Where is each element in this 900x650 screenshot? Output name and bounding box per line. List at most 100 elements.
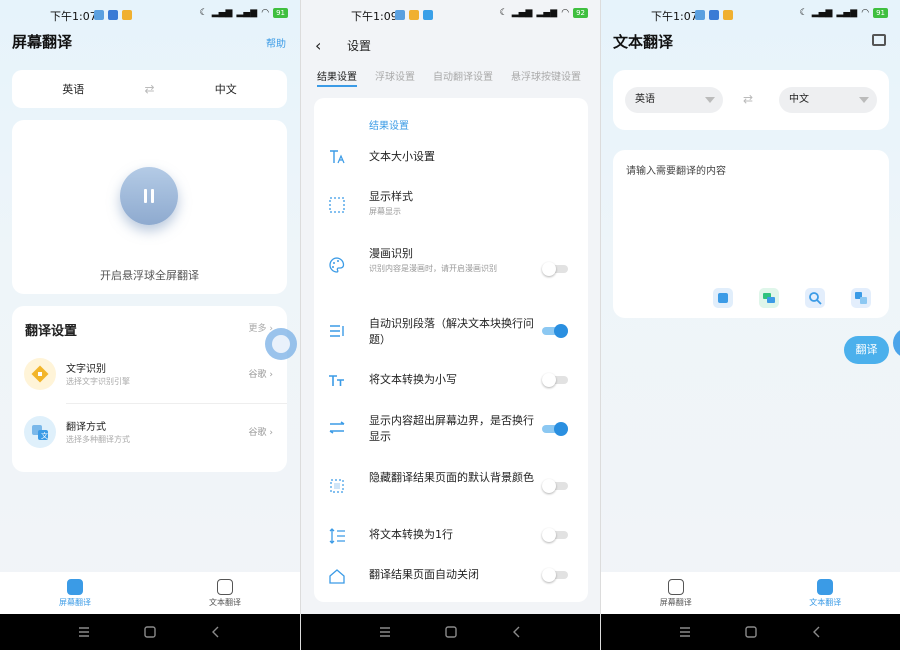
- target-language-dropdown[interactable]: 中文: [779, 87, 877, 113]
- help-link[interactable]: 帮助: [266, 35, 286, 50]
- option-subtitle: 屏幕显示: [369, 207, 401, 216]
- tab-screen-translate[interactable]: 屏幕翻译: [601, 572, 751, 614]
- tab-float-button-settings[interactable]: 悬浮球按键设置: [511, 68, 581, 87]
- row-title: 文字识别: [66, 364, 106, 375]
- chat-translate-icon[interactable]: [759, 288, 779, 308]
- app-notification-icon: [695, 10, 705, 20]
- language-selector: 英语 ⇄ 中文: [613, 70, 889, 130]
- image-icon[interactable]: [872, 34, 886, 46]
- page-title: 文本翻译: [613, 33, 674, 51]
- document-icon: [217, 578, 233, 595]
- status-time: 下午1:07: [50, 10, 97, 23]
- back-icon[interactable]: [810, 625, 824, 639]
- signal-icon: ▂▄▆: [211, 8, 233, 18]
- toggle-switch[interactable]: [542, 373, 568, 387]
- app-notification-icon: [709, 10, 719, 20]
- source-language[interactable]: 英语: [12, 81, 135, 97]
- text-input-area[interactable]: 请输入需要翻译的内容: [613, 150, 889, 318]
- tab-text-translate[interactable]: 文本翻译: [150, 572, 300, 614]
- status-app-icons: [395, 10, 433, 20]
- screen-text-translate: 下午1:07 ☾ ▂▄▆ ▂▄▆ ◠ 91 文本翻译 英语 ⇄ 中文 请输入需要…: [600, 0, 900, 650]
- status-app-icons: [94, 10, 132, 20]
- toggle-knob: [542, 262, 556, 276]
- toggle-switch[interactable]: [542, 568, 568, 582]
- doc-translate-icon[interactable]: [713, 288, 733, 308]
- tab-label: 文本翻译: [209, 597, 241, 607]
- floating-ball[interactable]: [893, 328, 900, 358]
- toggle-knob: [542, 479, 556, 493]
- float-ball-toggle-button[interactable]: [120, 167, 178, 225]
- signal-icon: ▂▄▆: [536, 8, 558, 18]
- lowercase-icon: [329, 375, 344, 386]
- dropdown-caret-icon: [859, 97, 869, 103]
- toggle-switch[interactable]: [542, 262, 568, 276]
- tab-result-settings[interactable]: 结果设置: [317, 68, 357, 87]
- image-translate-icon[interactable]: [851, 288, 871, 308]
- back-arrow-icon[interactable]: ‹: [315, 36, 321, 55]
- source-language: 英语: [635, 94, 655, 105]
- home-button-icon[interactable]: [444, 625, 458, 639]
- target-language: 中文: [789, 94, 809, 105]
- menu-icon[interactable]: [378, 625, 392, 639]
- tab-float-settings[interactable]: 浮球设置: [375, 68, 415, 87]
- float-ball-caption: 开启悬浮球全屏翻译: [100, 269, 199, 282]
- menu-icon[interactable]: [77, 625, 91, 639]
- settings-title: 翻译设置: [25, 324, 78, 339]
- tab-text-translate[interactable]: 文本翻译: [751, 572, 900, 614]
- back-icon[interactable]: [209, 625, 223, 639]
- toggle-switch[interactable]: [542, 528, 568, 542]
- system-nav-bar: [301, 614, 600, 650]
- pause-icon: [151, 189, 154, 203]
- text-size-icon: [330, 150, 345, 164]
- app-notification-icon: [108, 10, 118, 20]
- swap-arrows-icon[interactable]: ⇄: [135, 82, 165, 96]
- row-value: 谷歌 ›: [248, 428, 273, 438]
- translate-settings-card: 翻译设置 更多 › 文字识别 选择文字识别引擎 谷歌 › 文 翻译方式 选择多种…: [12, 306, 287, 472]
- settings-row-ocr[interactable]: 文字识别 选择文字识别引擎 谷歌 ›: [12, 346, 287, 402]
- option-title: 隐藏翻译结果页面的默认背景颜色: [369, 471, 534, 484]
- back-icon[interactable]: [510, 625, 524, 639]
- home-icon: [329, 569, 345, 584]
- chat-bubble-icon: [272, 335, 290, 353]
- wifi-icon: ◠: [561, 8, 570, 18]
- status-right-icons: ☾ ▂▄▆ ▂▄▆ ◠ 92: [500, 8, 588, 18]
- input-placeholder: 请输入需要翻译的内容: [626, 166, 726, 177]
- floating-ball[interactable]: [265, 328, 297, 360]
- camera-search-icon[interactable]: [805, 288, 825, 308]
- status-time: 下午1:09: [351, 10, 398, 23]
- tab-label: 文本翻译: [809, 597, 842, 607]
- bottom-tab-bar: 屏幕翻译 文本翻译: [0, 572, 300, 614]
- settings-header: ‹ 设置: [301, 30, 600, 60]
- signal-icon: ▂▄▆: [836, 8, 858, 18]
- palette-icon: [329, 257, 345, 273]
- tab-screen-translate[interactable]: 屏幕翻译: [0, 572, 150, 614]
- option-title: 将文本转换为小写: [369, 373, 457, 386]
- row-subtitle: 选择文字识别引擎: [66, 377, 130, 386]
- home-button-icon[interactable]: [143, 625, 157, 639]
- moon-icon: ☾: [199, 8, 208, 18]
- input-tools: [713, 288, 871, 308]
- section-title: 结果设置: [369, 121, 409, 132]
- toggle-knob: [542, 373, 556, 387]
- toggle-switch[interactable]: [542, 324, 568, 338]
- page-title: 设置: [347, 39, 372, 53]
- menu-icon[interactable]: [678, 625, 692, 639]
- translate-button[interactable]: 翻译: [844, 336, 889, 364]
- app-notification-icon: [723, 10, 733, 20]
- target-language[interactable]: 中文: [165, 81, 288, 97]
- screen-settings: 下午1:09 ☾ ▂▄▆ ▂▄▆ ◠ 92 ‹ 设置 结果设置 浮球设置 自动翻…: [300, 0, 600, 650]
- status-bar: 下午1:07 ☾ ▂▄▆ ▂▄▆ ◠ 91: [601, 8, 900, 24]
- toggle-knob: [542, 568, 556, 582]
- status-bar: 下午1:09 ☾ ▂▄▆ ▂▄▆ ◠ 92: [301, 8, 600, 24]
- source-language-dropdown[interactable]: 英语: [625, 87, 723, 113]
- home-button-icon[interactable]: [744, 625, 758, 639]
- moon-icon: ☾: [799, 8, 808, 18]
- settings-row-method[interactable]: 文 翻译方式 选择多种翻译方式 谷歌 ›: [12, 404, 287, 460]
- toggle-switch[interactable]: [542, 479, 568, 493]
- signal-icon: ▂▄▆: [511, 8, 533, 18]
- toggle-switch[interactable]: [542, 422, 568, 436]
- tab-auto-translate-settings[interactable]: 自动翻译设置: [433, 68, 493, 87]
- settings-subtabs: 结果设置 浮球设置 自动翻译设置 悬浮球按键设置: [317, 68, 581, 87]
- home-icon: [667, 578, 684, 595]
- swap-arrows-icon[interactable]: ⇄: [743, 92, 753, 106]
